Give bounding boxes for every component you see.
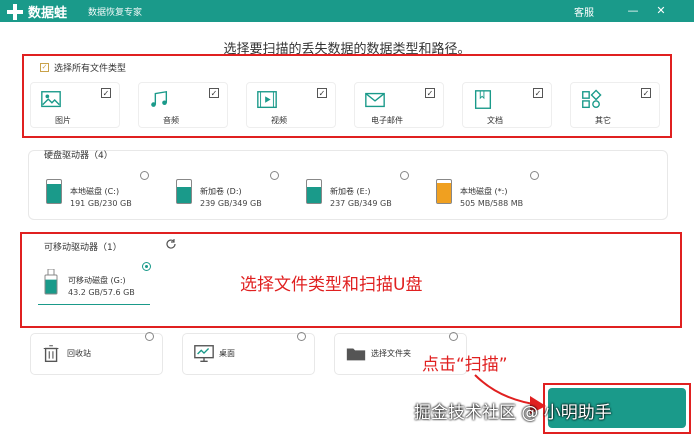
folder-icon — [346, 348, 366, 361]
drive-size: 237 GB/349 GB — [330, 199, 392, 208]
drive-radio[interactable] — [140, 171, 149, 180]
file-type-label: 视频 — [271, 116, 287, 125]
watermark-text: 掘金技术社区 @ 小明助手 — [414, 403, 612, 423]
close-button[interactable]: ✕ — [652, 2, 670, 20]
email-icon — [365, 92, 385, 108]
drive-icon — [46, 179, 62, 204]
drive-size: 191 GB/230 GB — [70, 199, 132, 208]
hard-drive-item[interactable]: 新加卷 (E:) 237 GB/349 GB — [304, 171, 424, 215]
drive-size: 505 MB/588 MB — [460, 199, 524, 208]
file-type-card[interactable]: ✓ 其它 — [570, 82, 660, 128]
hard-drive-item[interactable]: 新加卷 (D:) 239 GB/349 GB — [174, 171, 294, 215]
refresh-icon[interactable] — [165, 238, 177, 250]
removable-drive-name: 可移动磁盘 (G:) — [68, 276, 126, 285]
file-type-label: 电子邮件 — [371, 116, 403, 125]
minimize-button[interactable]: — — [624, 2, 642, 20]
drive-icon — [436, 179, 452, 204]
removable-drive-size: 43.2 GB/57.6 GB — [68, 288, 135, 297]
removable-drive-item[interactable]: 可移动磁盘 (G:) 43.2 GB/57.6 GB — [38, 265, 150, 305]
image-icon — [41, 91, 61, 108]
file-type-checkbox[interactable]: ✓ — [101, 88, 111, 98]
app-subtitle: 数据恢复专家 — [88, 8, 143, 18]
location-label: 选择文件夹 — [371, 349, 411, 358]
file-type-checkbox[interactable]: ✓ — [425, 88, 435, 98]
file-type-checkbox[interactable]: ✓ — [641, 88, 651, 98]
title-bar: 数据蛙 数据恢复专家 客服 — ✕ — [0, 0, 694, 22]
location-radio[interactable] — [145, 332, 154, 341]
desktop-icon — [194, 345, 214, 363]
file-type-card[interactable]: ✓ 电子邮件 — [354, 82, 444, 128]
annotation-select-type: 选择文件类型和扫描U盘 — [240, 275, 423, 295]
removable-drive-radio[interactable] — [142, 262, 151, 271]
hard-drive-item[interactable]: 本地磁盘 (C:) 191 GB/230 GB — [44, 171, 164, 215]
file-type-card[interactable]: ✓ 音频 — [138, 82, 228, 128]
drive-usage-fill — [177, 187, 191, 203]
drive-radio[interactable] — [270, 171, 279, 180]
drive-icon — [306, 179, 322, 204]
file-type-label: 文档 — [487, 116, 503, 125]
drive-usage-fill — [307, 187, 321, 203]
video-icon — [257, 91, 277, 109]
drive-name: 本地磁盘 (C:) — [70, 187, 120, 196]
drive-radio[interactable] — [530, 171, 539, 180]
frog-logo-icon — [7, 3, 23, 20]
select-all-label: 选择所有文件类型 — [54, 64, 127, 74]
document-icon — [474, 90, 492, 109]
app-logo: 数据蛙 — [6, 2, 67, 21]
file-type-label: 图片 — [55, 116, 71, 125]
drive-radio[interactable] — [400, 171, 409, 180]
hard-drive-title: 硬盘驱动器（4） — [44, 151, 113, 161]
drive-usage-fill — [437, 183, 451, 203]
recycle-bin-icon — [43, 345, 59, 363]
file-type-checkbox[interactable]: ✓ — [533, 88, 543, 98]
drive-size: 239 GB/349 GB — [200, 199, 262, 208]
usb-usage-fill — [45, 279, 57, 294]
drive-name: 本地磁盘 (*:) — [460, 187, 508, 196]
file-type-card[interactable]: ✓ 文档 — [462, 82, 552, 128]
location-card[interactable]: 桌面 — [182, 332, 315, 375]
removable-title: 可移动驱动器（1） — [44, 243, 122, 253]
file-type-card[interactable]: ✓ 图片 — [30, 82, 120, 128]
location-label: 回收站 — [67, 349, 91, 358]
app-name: 数据蛙 — [28, 6, 68, 21]
file-type-checkbox[interactable]: ✓ — [317, 88, 327, 98]
select-all-types[interactable]: ✓ 选择所有文件类型 — [40, 61, 126, 74]
drive-usage-fill — [47, 183, 61, 203]
select-all-checkbox[interactable]: ✓ — [40, 63, 49, 72]
file-type-label: 其它 — [595, 116, 611, 125]
file-type-card[interactable]: ✓ 视频 — [246, 82, 336, 128]
audio-icon — [151, 90, 168, 107]
hard-drive-item[interactable]: 本地磁盘 (*:) 505 MB/588 MB — [434, 171, 554, 215]
usb-drive-icon — [44, 269, 58, 295]
customer-service-button[interactable]: 客服 — [574, 4, 594, 19]
drive-name: 新加卷 (D:) — [200, 187, 242, 196]
drive-icon — [176, 179, 192, 204]
file-type-checkbox[interactable]: ✓ — [209, 88, 219, 98]
other-icon — [582, 89, 602, 109]
location-radio[interactable] — [297, 332, 306, 341]
drive-name: 新加卷 (E:) — [330, 187, 371, 196]
location-card[interactable]: 回收站 — [30, 332, 163, 375]
location-radio[interactable] — [449, 332, 458, 341]
file-type-label: 音频 — [163, 116, 179, 125]
location-label: 桌面 — [219, 349, 235, 358]
